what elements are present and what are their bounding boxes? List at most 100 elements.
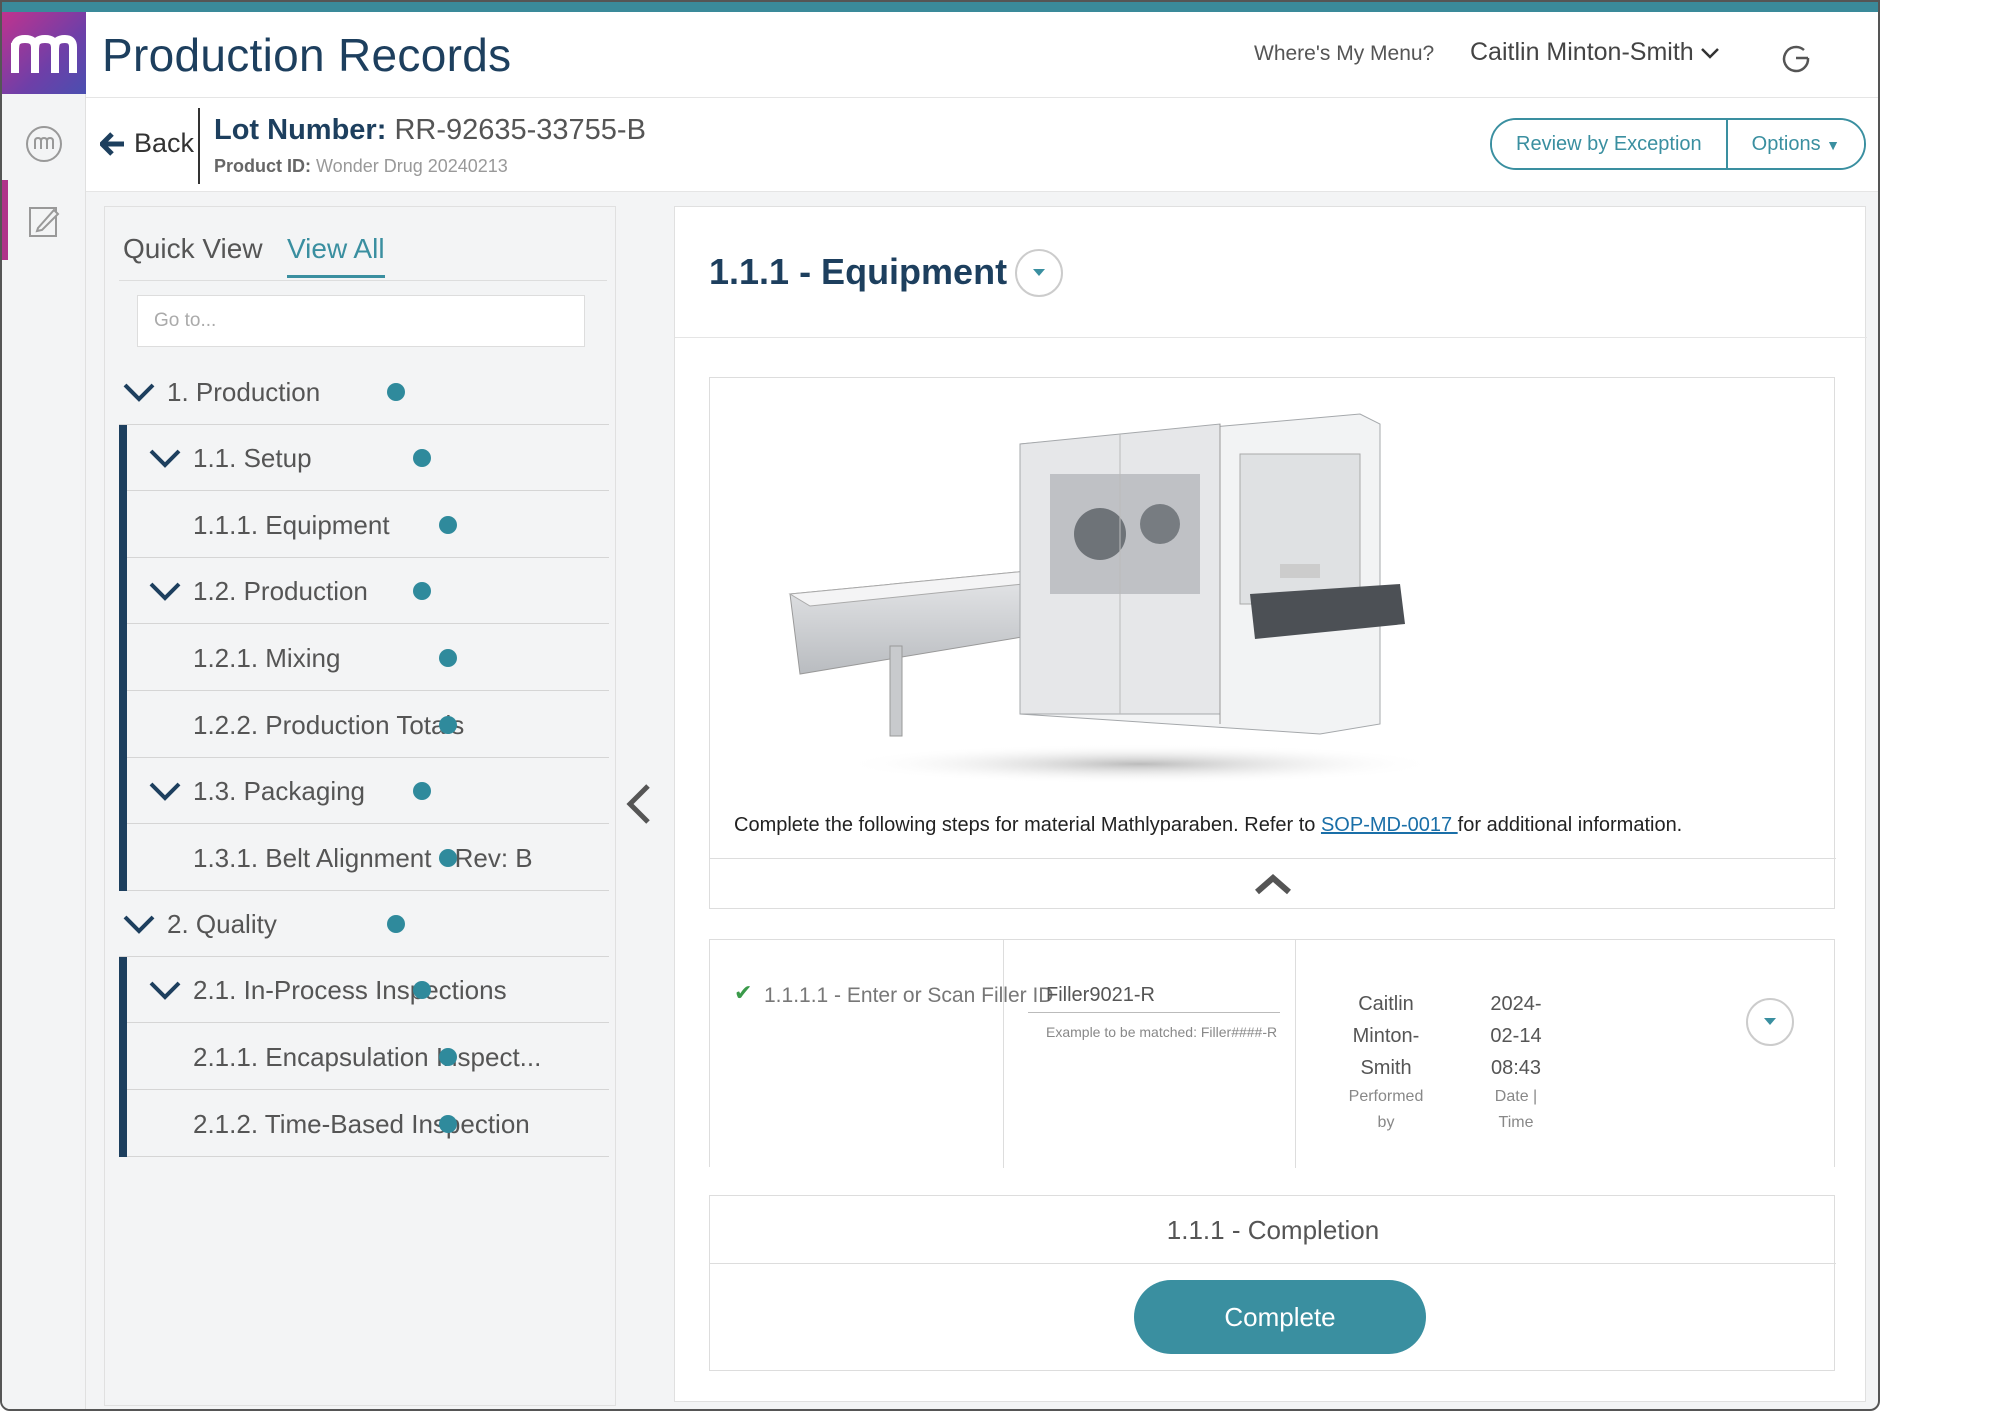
chevron-down-icon[interactable] bbox=[145, 576, 185, 606]
page-title: Production Records bbox=[102, 29, 512, 81]
tree-item[interactable]: 1.2. Production bbox=[119, 558, 609, 624]
performer-line: Caitlin bbox=[1358, 993, 1414, 1015]
app-window: Production Records Where's My Menu? Cait… bbox=[0, 0, 1880, 1411]
tree-level-indicator bbox=[119, 558, 127, 624]
chevron-up-icon[interactable] bbox=[1253, 870, 1293, 898]
status-dot bbox=[439, 848, 457, 867]
action-button-group: Review by Exception Options ▼ bbox=[1490, 118, 1867, 170]
logout-icon[interactable] bbox=[1778, 40, 1814, 76]
step-signature-cell: Caitlin Minton- Smith Performed by 2024-… bbox=[1296, 940, 1836, 1168]
instruction-card: Complete the following steps for materia… bbox=[709, 377, 1836, 909]
view-tabs: Quick View View All bbox=[119, 221, 607, 281]
status-dot bbox=[413, 782, 431, 800]
product-label: Product ID: bbox=[214, 156, 311, 176]
tree-item[interactable]: 2.1.2. Time-Based Inspection bbox=[119, 1090, 609, 1157]
divider bbox=[198, 108, 200, 184]
goto-search-input[interactable]: Go to... bbox=[137, 295, 585, 347]
tree-item-label: 1.1. Setup bbox=[193, 443, 312, 473]
tree-level-indicator bbox=[119, 691, 127, 758]
record-navigation-panel: Quick View View All Go to... 1. Producti… bbox=[104, 206, 616, 1406]
user-name: Caitlin Minton-Smith bbox=[1470, 38, 1694, 66]
tree-item[interactable]: 1.1.1. Equipment bbox=[119, 491, 609, 558]
status-dot bbox=[387, 915, 405, 933]
tree-item[interactable]: 1.1. Setup bbox=[119, 425, 609, 491]
tree-item[interactable]: 1.2.1. Mixing bbox=[119, 624, 609, 691]
back-label: Back bbox=[134, 128, 195, 158]
tree-item[interactable]: 1. Production bbox=[119, 359, 609, 425]
tree-item-label: 1.3. Packaging bbox=[193, 776, 366, 806]
options-label: Options bbox=[1751, 133, 1821, 155]
status-dot bbox=[439, 515, 457, 534]
tree-item-label: 1.2.1. Mixing bbox=[193, 642, 341, 673]
options-button[interactable]: Options ▼ bbox=[1727, 120, 1865, 168]
sop-link[interactable]: SOP-MD-0017 bbox=[1321, 814, 1458, 836]
user-menu[interactable]: Caitlin Minton-Smith bbox=[1470, 38, 1720, 67]
product-value: Wonder Drug 20240213 bbox=[316, 156, 508, 176]
performer-line: Smith bbox=[1360, 1057, 1412, 1079]
back-button[interactable]: Back bbox=[100, 128, 194, 159]
status-dot bbox=[413, 449, 431, 467]
tree-item[interactable]: 2.1. In-Process Inspections bbox=[119, 957, 609, 1023]
divider bbox=[675, 337, 1867, 338]
chevron-down-icon[interactable] bbox=[145, 776, 185, 806]
chevron-down-icon[interactable] bbox=[119, 377, 159, 407]
tree-item-label: 1.2. Production bbox=[193, 576, 368, 606]
date-line: 08:43 bbox=[1490, 1057, 1542, 1079]
input-hint: Example to be matched: Filler####-R bbox=[1046, 1024, 1278, 1040]
tree-item-label: 2.1.2. Time-Based Inspection bbox=[193, 1108, 530, 1139]
app-header: Production Records Where's My Menu? Cait… bbox=[86, 12, 1878, 98]
date-line: 2024- bbox=[1490, 993, 1542, 1015]
tree-item[interactable]: 2.1.1. Encapsulation Inspect... bbox=[119, 1023, 609, 1090]
step-row: ✔ 1.1.1.1 - Enter or Scan Filler ID Fill… bbox=[709, 939, 1836, 1168]
tree-level-indicator bbox=[119, 624, 127, 691]
tree-item-label: 1.1.1. Equipment bbox=[193, 509, 390, 540]
section-dropdown-button[interactable] bbox=[1015, 249, 1063, 297]
lot-value: RR-92635-33755-B bbox=[394, 114, 646, 146]
chevron-down-icon[interactable] bbox=[145, 975, 185, 1005]
status-dot bbox=[439, 1047, 457, 1066]
tree-item[interactable]: 1.2.2. Production Totals bbox=[119, 691, 609, 758]
home-icon[interactable] bbox=[22, 122, 66, 166]
step-dropdown-button[interactable] bbox=[1746, 998, 1794, 1046]
product-id: Product ID: Wonder Drug 20240213 bbox=[214, 156, 508, 177]
date-line: 02-14 bbox=[1490, 1025, 1542, 1047]
review-by-exception-button[interactable]: Review by Exception bbox=[1492, 120, 1726, 168]
tree-level-indicator bbox=[119, 1023, 127, 1090]
status-dot bbox=[439, 715, 457, 734]
wheres-my-menu-link[interactable]: Where's My Menu? bbox=[1254, 42, 1434, 66]
tree-item[interactable]: 2. Quality bbox=[119, 891, 609, 957]
date-time: 2024- 02-14 08:43 Date | Time bbox=[1476, 988, 1556, 1136]
section-title: 1.1.1 - Equipment bbox=[709, 251, 1008, 292]
top-accent-bar bbox=[2, 2, 1878, 12]
edit-record-icon[interactable] bbox=[22, 198, 66, 242]
tab-quick-view[interactable]: Quick View bbox=[123, 233, 263, 275]
tree-item[interactable]: 1.3. Packaging bbox=[119, 758, 609, 824]
instruction-text: Complete the following steps for materia… bbox=[734, 814, 1682, 837]
tree-level-indicator bbox=[119, 1090, 127, 1157]
tree-item[interactable]: 1.3.1. Belt Alignment - Rev: B bbox=[119, 824, 609, 891]
step-detail-panel: 1.1.1 - Equipment Complete the following… bbox=[674, 206, 1867, 1402]
chevron-down-icon[interactable] bbox=[145, 443, 185, 473]
status-dot bbox=[439, 1114, 457, 1133]
chevron-down-icon bbox=[1700, 47, 1719, 59]
status-dot bbox=[439, 648, 457, 667]
equipment-image bbox=[788, 413, 1420, 784]
tree-item-label: 2. Quality bbox=[167, 909, 277, 939]
tree-item-label: 2.1. In-Process Inspections bbox=[193, 975, 507, 1005]
tree-item-label: 1. Production bbox=[167, 377, 321, 407]
tree-level-indicator bbox=[119, 824, 127, 891]
left-rail bbox=[2, 12, 86, 1409]
tree-level-indicator bbox=[119, 758, 127, 824]
tab-view-all[interactable]: View All bbox=[287, 233, 385, 278]
app-logo[interactable] bbox=[2, 12, 86, 94]
lot-label: Lot Number: bbox=[214, 114, 387, 146]
step-label-cell: ✔ 1.1.1.1 - Enter or Scan Filler ID bbox=[710, 940, 1053, 1168]
record-subheader: Back Lot Number: RR-92635-33755-B Produc… bbox=[86, 98, 1878, 192]
tree-level-indicator bbox=[119, 957, 127, 1023]
filler-id-input[interactable]: Filler9021-R bbox=[1046, 984, 1155, 1007]
collapse-panel-icon[interactable] bbox=[624, 782, 654, 826]
section-tree: 1. Production 1.1. Setup 1.1.1. Equipment 1… bbox=[119, 359, 609, 1157]
complete-button[interactable]: Complete bbox=[1134, 1280, 1426, 1354]
date-time-caption: Date | Time bbox=[1494, 1088, 1538, 1131]
chevron-down-icon[interactable] bbox=[119, 909, 159, 939]
